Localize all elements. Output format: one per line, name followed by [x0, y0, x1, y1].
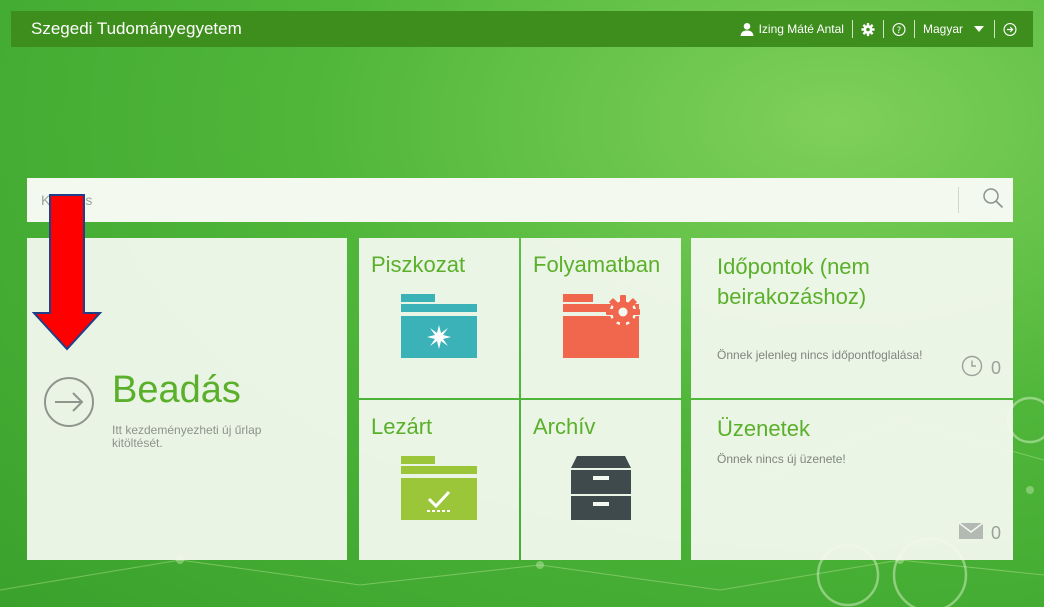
- language-label: Magyar: [922, 22, 963, 36]
- appointments-title: Időpontok (nem beirakozáshoz): [717, 254, 870, 309]
- red-down-arrow: [31, 194, 103, 351]
- folder-star-icon: [401, 294, 477, 363]
- clock-icon: [961, 355, 983, 382]
- search-input[interactable]: [27, 177, 958, 223]
- top-bar: Szegedi Tudományegyetem Izing Máté Antal…: [11, 11, 1033, 47]
- help-button[interactable]: ?: [884, 11, 914, 47]
- logout-icon: [1003, 22, 1017, 36]
- appointments-message: Önnek jelenleg nincs időpontfoglalása!: [717, 348, 923, 362]
- tile-archive-title: Archív: [533, 414, 596, 439]
- tile-closed-title: Lezárt: [371, 414, 433, 439]
- folder-gear-icon: [563, 292, 643, 363]
- page: Szegedi Tudományegyetem Izing Máté Antal…: [0, 0, 1044, 607]
- top-bar-actions: Izing Máté Antal ? Magyar: [732, 11, 1033, 47]
- arrow-circle-right-icon: [42, 375, 96, 434]
- messages-title: Üzenetek: [717, 416, 810, 441]
- tile-messages[interactable]: Üzenetek Önnek nincs új üzenete! 0: [691, 400, 1013, 560]
- archive-cabinet-icon: [571, 456, 631, 525]
- language-select[interactable]: Magyar: [915, 11, 994, 47]
- tile-in-progress-title: Folyamatban: [533, 252, 661, 277]
- user-icon: [740, 22, 754, 36]
- svg-text:?: ?: [897, 25, 902, 35]
- appointments-count: 0: [990, 358, 1001, 378]
- help-icon: ?: [892, 22, 906, 36]
- tile-appointments[interactable]: Időpontok (nem beirakozáshoz) Önnek jele…: [691, 238, 1013, 398]
- logout-button[interactable]: [995, 11, 1025, 47]
- appointments-counter: 0: [961, 355, 1001, 382]
- messages-counter: 0: [958, 522, 1001, 544]
- chevron-down-icon: [972, 22, 986, 36]
- settings-button[interactable]: [853, 11, 883, 47]
- messages-message: Önnek nincs új üzenete!: [717, 452, 846, 466]
- messages-count: 0: [990, 523, 1001, 543]
- search-icon: [982, 187, 1004, 214]
- brand-title[interactable]: Szegedi Tudományegyetem: [11, 19, 732, 39]
- tile-draft-title: Piszkozat: [371, 252, 466, 277]
- tile-in-progress[interactable]: Folyamatban: [521, 238, 681, 398]
- gear-icon: [861, 22, 875, 36]
- search-button[interactable]: [973, 178, 1013, 222]
- submit-title: Beadás: [112, 369, 241, 411]
- search-bar: [27, 177, 1013, 223]
- tile-closed[interactable]: Lezárt: [359, 400, 519, 560]
- tile-archive[interactable]: Archív: [521, 400, 681, 560]
- envelope-icon: [958, 522, 984, 544]
- submit-description: Itt kezdeményezheti új űrlap kitöltését.: [112, 423, 262, 450]
- folder-check-icon: [401, 456, 477, 525]
- divider: [958, 187, 959, 213]
- tile-draft[interactable]: Piszkozat: [359, 238, 519, 398]
- user-menu[interactable]: Izing Máté Antal: [732, 11, 852, 47]
- user-name: Izing Máté Antal: [758, 22, 844, 36]
